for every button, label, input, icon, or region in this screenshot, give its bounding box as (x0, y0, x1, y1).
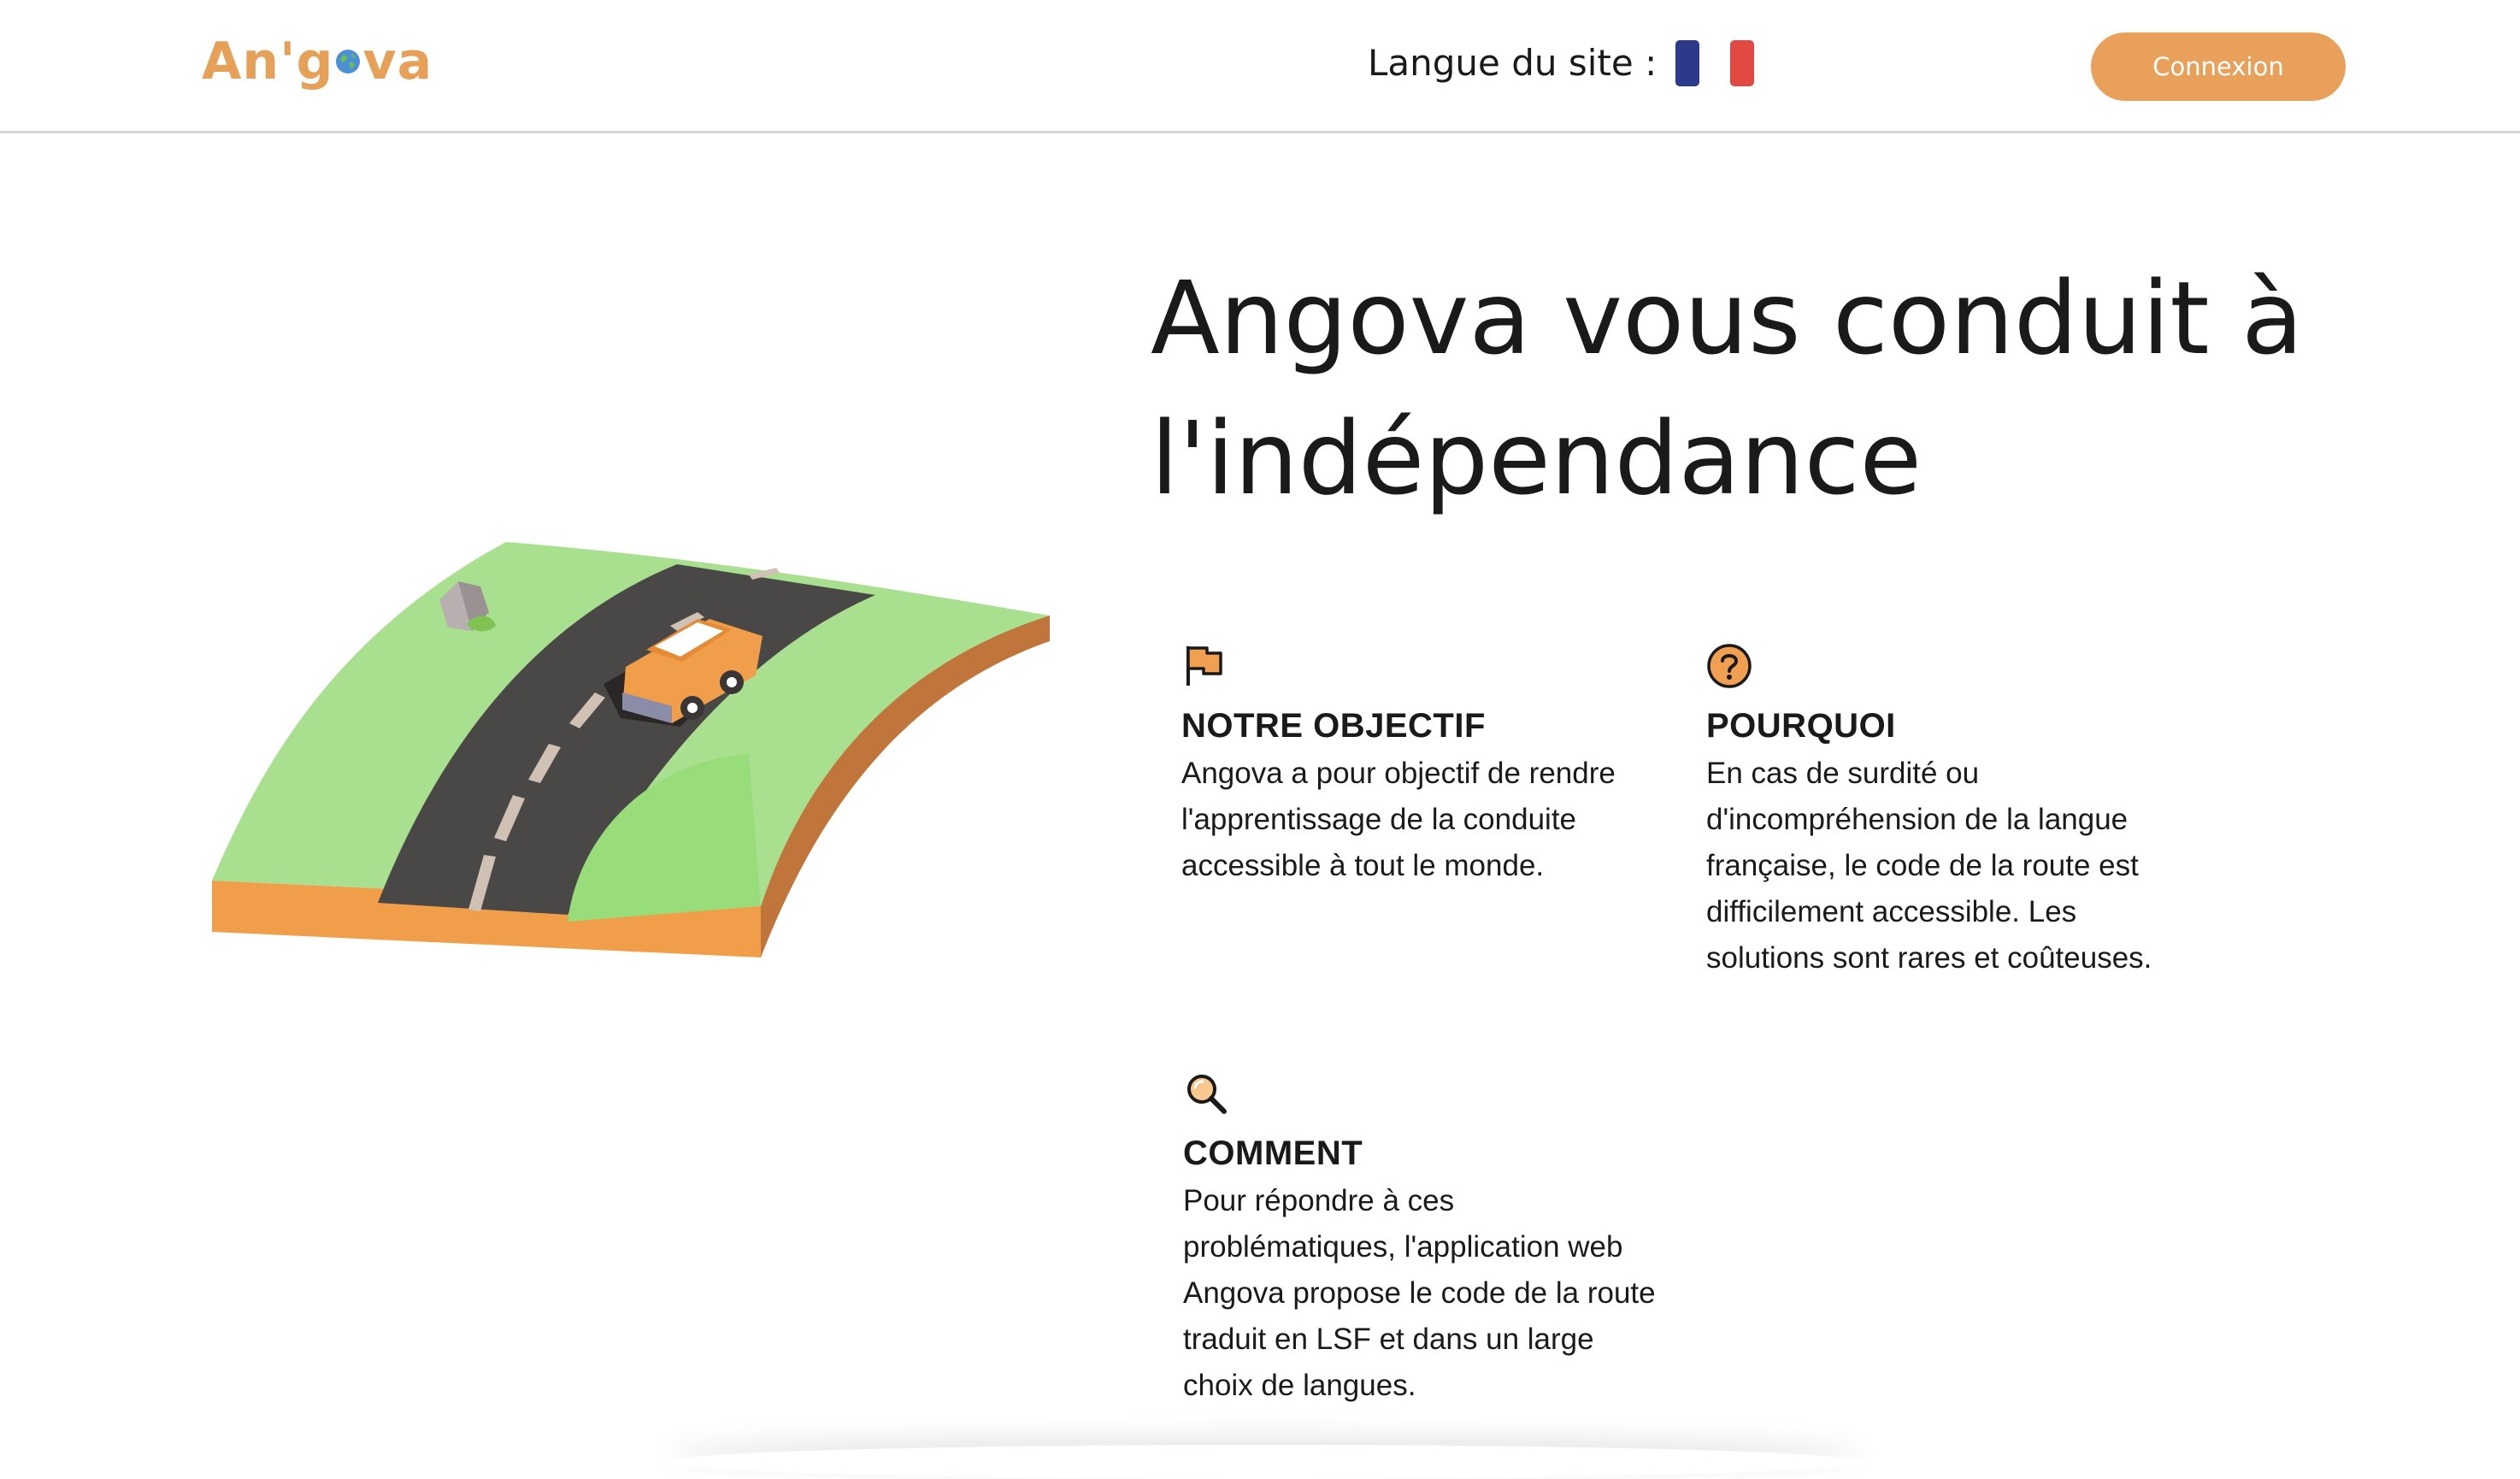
question-icon (1707, 644, 1752, 688)
hero-title: Angova vous conduit à l'indépendance (1151, 259, 2304, 517)
globe-icon (336, 50, 361, 74)
french-flag-icon[interactable] (1675, 40, 1755, 86)
feature-why: POURQUOI En cas de surdité ou d'incompré… (1706, 643, 2185, 981)
feature-objective: NOTRE OBJECTIF Angova a pour objectif de… (1181, 643, 1660, 889)
feature-title: COMMENT (1183, 1134, 1363, 1172)
site-header: An'g va Langue du site : Connexion (0, 0, 2520, 133)
feature-text: Angova a pour objectif de rendre l'appre… (1181, 757, 1616, 882)
magnifier-icon (1187, 1075, 1227, 1114)
feature-title: NOTRE OBJECTIF (1181, 707, 1486, 745)
flag-icon (1186, 646, 1222, 686)
login-button[interactable]: Connexion (2091, 32, 2346, 101)
logo[interactable]: An'g va (202, 31, 433, 92)
feature-text: Pour répondre à ces problématiques, l'ap… (1183, 1184, 1656, 1402)
bottom-card-shadow (667, 1445, 1864, 1479)
logo-text-start: An'g (202, 32, 334, 91)
flag-blue-band (1675, 40, 1700, 86)
car-on-road-illustration (212, 542, 1050, 958)
feature-title: POURQUOI (1706, 707, 1896, 745)
feature-how: COMMENT Pour répondre à ces problématiqu… (1183, 1070, 1662, 1409)
logo-text-end: va (362, 32, 433, 91)
flag-red-band (1730, 40, 1755, 86)
language-label: Langue du site : (1368, 42, 1657, 84)
language-selector: Langue du site : (1368, 38, 1755, 89)
flag-white-band (1699, 40, 1731, 86)
feature-text: En cas de surdité ou d'incompréhension d… (1706, 757, 2152, 975)
